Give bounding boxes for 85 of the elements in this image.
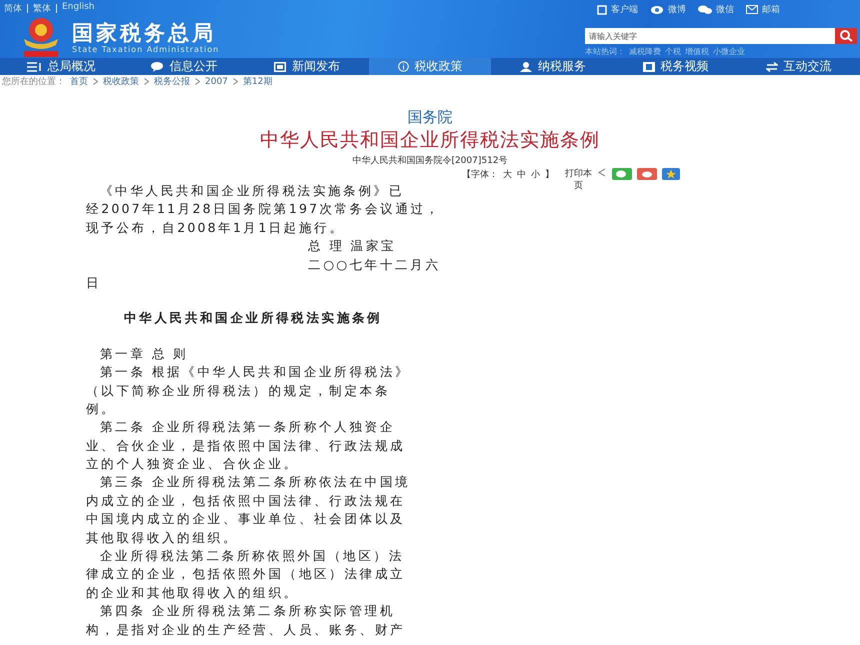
article-title: 中华人民共和国企业所得税法实施条例	[259, 128, 601, 152]
nav-tab[interactable]: 信息公开	[122, 58, 246, 75]
article-text-line: 的企业和其他取得收入的组织。	[86, 584, 299, 600]
article-text-line: 内成立的企业，包括依照中国法律、行政法规在	[86, 492, 406, 508]
chat-icon	[698, 4, 712, 14]
header-link-label: 微信	[716, 4, 734, 16]
article-text-line: 中华人民共和国企业所得税法实施条例	[124, 310, 382, 326]
article-text-line: 其他取得收入的组织。	[86, 530, 238, 545]
article-text-line: 经2007年11月28日国务院第197次常务会议通过，	[86, 201, 441, 216]
hot-word-link[interactable]: 小微企业	[713, 46, 745, 57]
site-subtitle: State Taxation Administration	[72, 44, 220, 54]
breadcrumb-link[interactable]: 税务公报	[154, 75, 190, 88]
chevron-icon	[144, 78, 149, 85]
hot-word-link[interactable]: 减税降费	[629, 46, 661, 57]
article-text-line: 现予公布，自2008年1月1日起施行。	[86, 220, 345, 235]
hot-word-link[interactable]: 个税	[665, 46, 681, 57]
chevron-icon	[93, 78, 98, 85]
nav-tab[interactable]: 纳税服务	[491, 58, 614, 75]
monitor-icon	[597, 4, 607, 14]
article-text-line: 第二条 企业所得税法第一条所称个人独资企	[100, 419, 395, 434]
eye-icon	[650, 4, 664, 14]
article-text-line: 日	[86, 274, 102, 290]
article-text-line: 企业所得税法第二条所称依照外国（地区）法	[100, 548, 404, 564]
header-link[interactable]: 微博	[650, 3, 686, 16]
divider	[56, 4, 57, 13]
wechat-share-icon[interactable]	[612, 168, 632, 180]
nav-tab[interactable]: 新闻发布	[246, 58, 369, 75]
star-share-icon[interactable]	[662, 168, 680, 180]
site-title: 国家税务总局	[72, 20, 217, 44]
breadcrumb-link[interactable]: 第12期	[242, 75, 272, 88]
article-text-line: 中国境内成立的企业、事业单位、社会团体以及	[86, 511, 406, 526]
article-text-line: 例。	[86, 400, 116, 416]
chevron-icon	[195, 78, 200, 85]
article-text-line: 第一章 总 则	[100, 346, 188, 361]
mail-icon	[746, 5, 758, 14]
issuer-heading: 国务院	[406, 108, 454, 126]
menu-icon	[27, 62, 42, 72]
nav-tab[interactable]: 总局概况	[0, 58, 123, 75]
swap-arrows-icon	[766, 62, 778, 72]
language-link[interactable]: 繁体	[33, 2, 51, 15]
nav-tab[interactable]: 税务视频	[614, 58, 738, 75]
article-text-line: 第四条 企业所得税法第二条所称实际管理机	[100, 603, 395, 618]
font-size-link[interactable]: 大	[503, 168, 512, 181]
person-icon	[520, 62, 532, 72]
hot-word-link[interactable]: 增值税	[685, 46, 709, 57]
article-text-line: 二○○七年十二月六	[308, 256, 441, 272]
article-text-line: 第一条 根据《中华人民共和国企业所得税法》	[100, 364, 410, 380]
language-link[interactable]: English	[62, 2, 94, 15]
article-text-line: 立的个人独资企业、合伙企业。	[86, 456, 299, 472]
font-size-bracket: 】	[545, 168, 554, 181]
weibo-share-icon[interactable]	[637, 168, 657, 180]
speech-bubble-icon	[151, 62, 164, 72]
chevron-icon	[232, 78, 238, 85]
article-text-line: 业、合伙企业，是指依照中国法律、行政法规成	[86, 438, 406, 453]
film-icon	[642, 62, 655, 72]
breadcrumb-link[interactable]: 2007	[205, 76, 228, 86]
article-text-line: 《中华人民共和国企业所得税法实施条例》已	[100, 183, 404, 198]
hot-words-label: 本站热词：	[585, 46, 625, 57]
header-link-label: 客户端	[611, 4, 638, 16]
screen-icon	[274, 62, 286, 72]
article-text-line: （以下简称企业所得税法）的规定，制定本条	[86, 382, 390, 398]
print-link[interactable]: 打印本页	[565, 168, 592, 192]
breadcrumb-label: 您所在的位置：	[2, 76, 65, 88]
article-text-line: 构，是指对企业的生产经营、人员、账务、财产	[86, 622, 406, 637]
nav-tab[interactable]: 税收政策	[368, 58, 492, 75]
header-link-label: 邮箱	[762, 4, 780, 16]
breadcrumb-link[interactable]: 首页	[70, 75, 88, 88]
nav-tab[interactable]: 互动交流	[737, 58, 860, 75]
header-link[interactable]: 客户端	[597, 3, 638, 16]
font-size-label: 【字体：	[462, 168, 498, 181]
language-link[interactable]: 简体	[4, 2, 22, 15]
article-text-line: 总 理 温家宝	[308, 238, 396, 254]
search-icon[interactable]	[835, 28, 857, 44]
divider	[27, 4, 28, 13]
breadcrumb-link[interactable]: 税收政策	[103, 75, 139, 88]
document-number: 中华人民共和国国务院令[2007]512号	[351, 154, 509, 168]
font-size-link[interactable]: 小	[531, 168, 540, 181]
article-text-line: 第三条 企业所得税法第二条所称依法在中国境	[100, 474, 410, 490]
font-size-link[interactable]: 中	[517, 168, 526, 181]
header-link[interactable]: 邮箱	[746, 3, 780, 16]
info-icon	[398, 61, 408, 72]
share-icon[interactable]	[597, 168, 607, 177]
header-link-label: 微博	[668, 4, 686, 16]
article-text-line: 律成立的企业，包括依照外国（地区）法律成立	[86, 566, 406, 582]
header-link[interactable]: 微信	[698, 3, 734, 16]
